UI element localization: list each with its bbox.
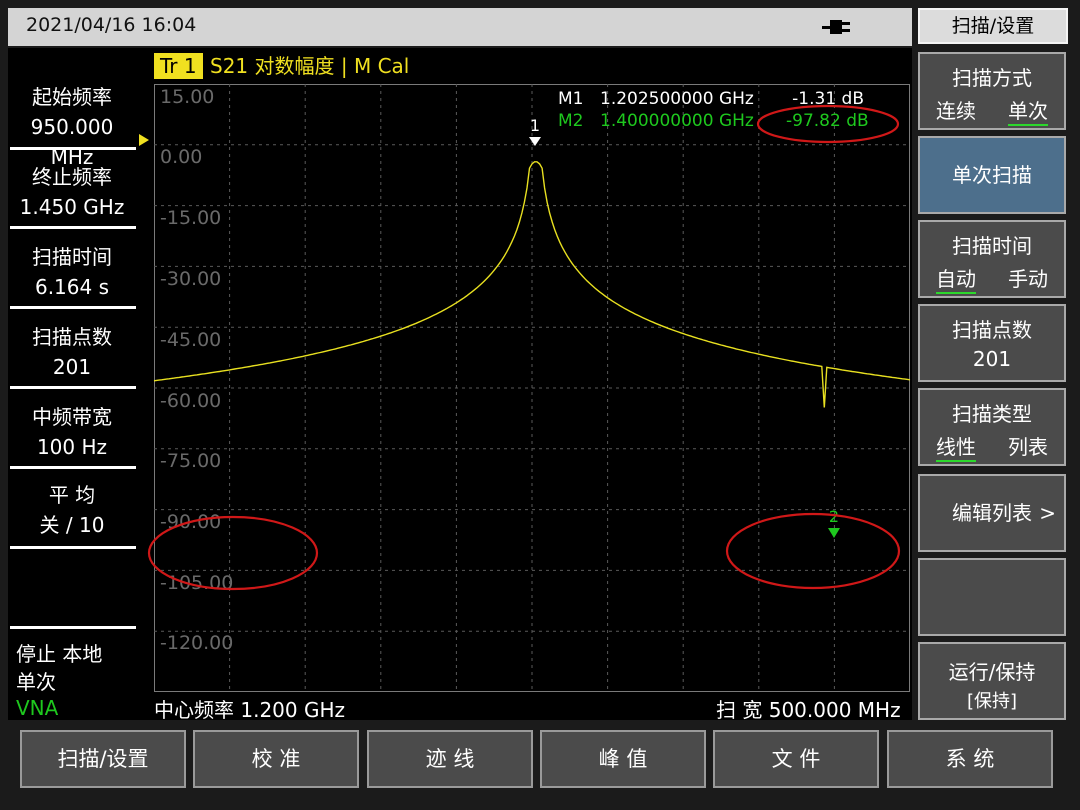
sweep-type-linear[interactable]: 线性 (936, 431, 976, 462)
menu-calibration-button[interactable]: 校 准 (193, 730, 359, 788)
marker-1-row: M1 1.202500000 GHz -1.31 dB (558, 89, 864, 111)
marker-2-triangle-icon (828, 528, 840, 538)
menu-sweep-setup-button[interactable]: 扫描/设置 (20, 730, 186, 788)
menu-peak-button[interactable]: 峰 值 (540, 730, 706, 788)
run-hold-softkey[interactable]: 运行/保持 [保持] (918, 642, 1066, 720)
menu-trace-button[interactable]: 迹 线 (367, 730, 533, 788)
sweep-mode-softkey[interactable]: 扫描方式 连续 单次 (918, 52, 1066, 130)
marker-2-name: M2 (558, 111, 584, 131)
span[interactable]: 扫 宽 500.000 MHz (716, 694, 901, 723)
menu-file-button[interactable]: 文 件 (713, 730, 879, 788)
marker-1[interactable]: 1 (529, 116, 541, 146)
sweep-points-key-value: 201 (972, 347, 1012, 371)
empty-softkey[interactable] (918, 558, 1066, 636)
center-frequency[interactable]: 中心频率 1.200 GHz (154, 694, 345, 723)
marker-2-freq: 1.400000000 GHz (600, 111, 754, 131)
marker-1-value: -1.31 dB (792, 89, 864, 109)
sweep-time-softkey[interactable]: 扫描时间 自动 手动 (918, 220, 1066, 298)
marker-2-row: M2 1.400000000 GHz -97.82 dB (558, 111, 869, 133)
sweep-mode-single[interactable]: 单次 (1008, 95, 1048, 126)
edit-list-softkey[interactable]: 编辑列表 > (918, 474, 1066, 552)
run-hold-label: 运行/保持 (948, 660, 1036, 684)
sweep-time-auto[interactable]: 自动 (936, 263, 976, 294)
chevron-right-icon: > (1039, 501, 1056, 525)
sweep-time-manual[interactable]: 手动 (1008, 263, 1048, 294)
sweep-type-label: 扫描类型 (952, 402, 1032, 426)
sweep-type-softkey[interactable]: 扫描类型 线性 列表 (918, 388, 1066, 466)
highlight-ellipse-left (147, 515, 319, 591)
marker-1-freq: 1.202500000 GHz (600, 89, 754, 109)
edit-list-label: 编辑列表 (952, 501, 1032, 525)
marker-readout: M1 1.202500000 GHz -1.31 dB M2 1.400000000 … (558, 89, 869, 133)
sweep-time-key-label: 扫描时间 (952, 234, 1032, 258)
run-hold-value: [保持] (966, 691, 1018, 712)
grid (154, 84, 910, 692)
sweep-mode-continuous[interactable]: 连续 (936, 95, 976, 126)
sweep-mode-label: 扫描方式 (952, 66, 1032, 90)
softkey-menu-title: 扫描/设置 (918, 8, 1068, 44)
sweep-points-key-label: 扫描点数 (952, 318, 1032, 342)
marker-1-name: M1 (558, 89, 584, 109)
sweep-points-softkey[interactable]: 扫描点数 201 (918, 304, 1066, 382)
single-sweep-softkey[interactable]: 单次扫描 (918, 136, 1066, 214)
marker-2-value: -97.82 dB (786, 111, 869, 131)
marker-2[interactable]: 2 (828, 507, 840, 538)
highlight-ellipse-right (725, 512, 901, 590)
sweep-type-list[interactable]: 列表 (1008, 431, 1048, 462)
menu-system-button[interactable]: 系 统 (887, 730, 1053, 788)
marker-1-tag: 1 (530, 116, 540, 135)
